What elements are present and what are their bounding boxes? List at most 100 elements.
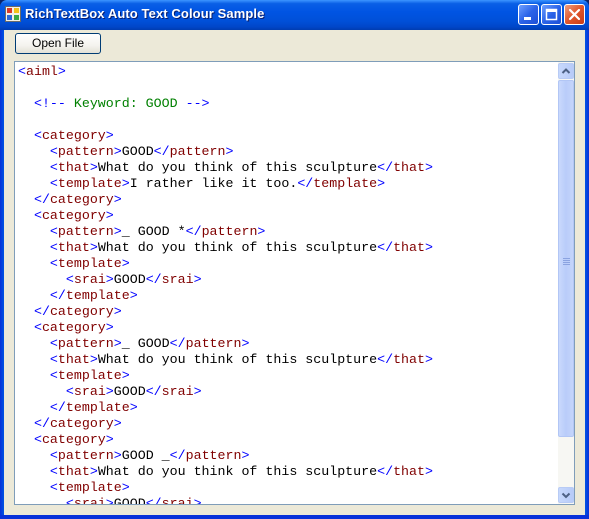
code-line: <srai>GOOD</srai>: [18, 384, 433, 400]
xml-bracket: >: [105, 496, 114, 504]
xml-bracket: >: [424, 464, 433, 479]
xml-bracket: >: [225, 144, 234, 159]
xml-text: [18, 368, 50, 383]
code-line: <srai>GOOD</srai>: [18, 272, 433, 288]
xml-tag-name: that: [57, 464, 90, 479]
xml-text: [18, 464, 50, 479]
xml-text: [18, 496, 66, 504]
xml-text: [18, 272, 66, 287]
xml-bracket: <: [49, 144, 58, 159]
xml-bracket: </: [169, 336, 186, 351]
xml-text: [18, 176, 50, 191]
xml-bracket: >: [113, 416, 122, 431]
xml-bracket: -->: [185, 96, 210, 111]
code-line: <template>: [18, 368, 433, 384]
xml-text: [18, 160, 50, 175]
close-button[interactable]: [564, 4, 585, 25]
xml-tag-name: pattern: [185, 336, 242, 351]
xml-tag-name: pattern: [201, 224, 258, 239]
xml-bracket: >: [105, 128, 114, 143]
xml-bracket: >: [424, 352, 433, 367]
xml-bracket: </: [377, 240, 394, 255]
xml-bracket: <!--: [33, 96, 66, 111]
xml-tag-name: that: [393, 464, 425, 479]
xml-tag-name: that: [393, 240, 425, 255]
xml-bracket: >: [113, 448, 122, 463]
title-bar[interactable]: RichTextBox Auto Text Colour Sample: [0, 0, 589, 30]
xml-bracket: >: [121, 176, 130, 191]
xml-tag-name: pattern: [169, 144, 226, 159]
xml-bracket: >: [377, 176, 386, 191]
xml-bracket: </: [33, 416, 50, 431]
window-frame-right: [585, 30, 589, 519]
xml-bracket: <: [33, 320, 42, 335]
maximize-button[interactable]: [541, 4, 562, 25]
xml-bracket: </: [145, 272, 162, 287]
xml-text: [18, 352, 50, 367]
xml-bracket: >: [113, 304, 122, 319]
xml-bracket: </: [49, 288, 66, 303]
code-line: <!-- Keyword: GOOD -->: [18, 96, 433, 112]
xml-bracket: </: [185, 224, 202, 239]
xml-text: GOOD _: [121, 448, 170, 463]
xml-bracket: >: [105, 320, 114, 335]
xml-tag-name: pattern: [57, 224, 114, 239]
xml-bracket: </: [33, 192, 50, 207]
xml-tag-name: that: [57, 352, 90, 367]
app-window: RichTextBox Auto Text Colour Sample Open…: [0, 0, 589, 519]
grip-line: [563, 262, 570, 263]
code-line: <that>What do you think of this sculptur…: [18, 160, 433, 176]
vertical-scrollbar[interactable]: [557, 62, 574, 504]
code-line: <pattern>_ GOOD</pattern>: [18, 336, 433, 352]
xml-bracket: <: [49, 240, 58, 255]
code-line: <pattern>GOOD _</pattern>: [18, 448, 433, 464]
xml-tag-name: template: [65, 400, 130, 415]
xml-text: GOOD: [121, 144, 154, 159]
xml-bracket: >: [121, 480, 130, 495]
xml-tag-name: pattern: [57, 448, 114, 463]
rich-text-box[interactable]: <aiml> <!-- Keyword: GOOD --> <category>…: [14, 61, 575, 505]
xml-bracket: <: [49, 352, 58, 367]
xml-tag-name: srai: [161, 384, 194, 399]
code-line: </category>: [18, 416, 433, 432]
xml-bracket: >: [241, 336, 250, 351]
xml-bracket: >: [129, 400, 138, 415]
maximize-icon: [545, 8, 558, 21]
xml-tag-name: category: [49, 192, 114, 207]
open-file-button[interactable]: Open File: [15, 33, 101, 54]
xml-text: GOOD: [113, 496, 146, 504]
xml-bracket: >: [89, 464, 98, 479]
chevron-down-icon: [561, 492, 571, 499]
xml-text: What do you think of this sculpture: [97, 160, 378, 175]
xml-tag-name: srai: [73, 272, 106, 287]
code-line: <that>What do you think of this sculptur…: [18, 352, 433, 368]
xml-bracket: <: [49, 368, 58, 383]
scroll-up-button[interactable]: [558, 63, 574, 79]
xml-tag-name: category: [49, 304, 114, 319]
code-line: <srai>GOOD</srai>: [18, 496, 433, 504]
xml-tag-name: category: [41, 208, 106, 223]
xml-tag-name: pattern: [185, 448, 242, 463]
scroll-thumb[interactable]: [558, 80, 574, 437]
xml-text: [18, 192, 34, 207]
xml-bracket: <: [49, 336, 58, 351]
xml-bracket: <: [65, 384, 74, 399]
xml-bracket: </: [49, 400, 66, 415]
xml-text: [18, 224, 50, 239]
code-line: <pattern>_ GOOD *</pattern>: [18, 224, 433, 240]
scroll-down-button[interactable]: [558, 487, 574, 503]
xml-tag-name: pattern: [57, 336, 114, 351]
xml-bracket: </: [33, 304, 50, 319]
xml-bracket: </: [145, 384, 162, 399]
xml-tag-name: srai: [73, 384, 106, 399]
minimize-button[interactable]: [518, 4, 539, 25]
text-area[interactable]: <aiml> <!-- Keyword: GOOD --> <category>…: [15, 62, 557, 504]
xml-bracket: </: [377, 352, 394, 367]
xml-text: I rather like it too.: [129, 176, 298, 191]
xml-bracket: <: [65, 496, 74, 504]
app-icon: [5, 6, 21, 22]
code-line: </category>: [18, 304, 433, 320]
xml-bracket: >: [121, 368, 130, 383]
code-line: <category>: [18, 320, 433, 336]
